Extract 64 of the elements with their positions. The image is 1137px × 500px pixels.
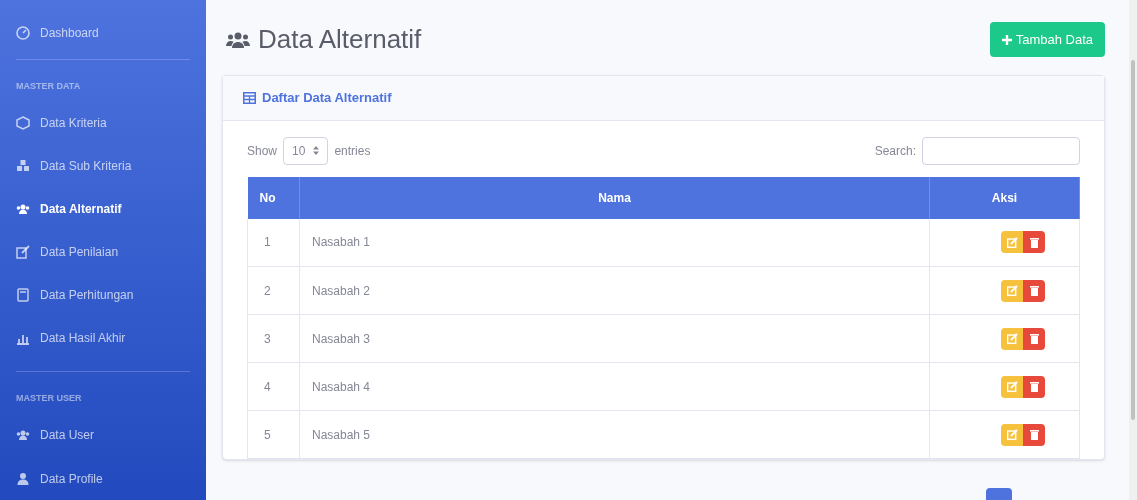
page-title: Data Alternatif	[258, 23, 422, 56]
edit-icon	[16, 244, 30, 259]
table-cell: 4	[247, 362, 300, 411]
delete-button[interactable]	[1023, 375, 1045, 398]
add-data-button[interactable]: Tambah Data	[989, 21, 1105, 58]
sidebar-heading: MASTER DATA	[16, 79, 82, 93]
table-cell: Nasabah 2	[299, 266, 930, 315]
users-icon	[16, 428, 30, 443]
delete-button[interactable]	[1023, 231, 1045, 254]
user-icon	[16, 471, 30, 486]
cube-icon	[16, 115, 30, 130]
table-cell: 1	[247, 218, 300, 267]
trash-icon	[1029, 333, 1039, 344]
delete-button[interactable]	[1023, 423, 1045, 446]
trash-icon	[1029, 285, 1039, 296]
entries-select[interactable]: 10	[283, 136, 329, 165]
edit-button[interactable]	[1001, 375, 1023, 398]
edit-button[interactable]	[1001, 327, 1023, 350]
show-label: Show	[247, 142, 278, 160]
scrollbar[interactable]	[1129, 0, 1137, 500]
table-cell: Nasabah 4	[299, 362, 930, 411]
trash-icon	[1029, 429, 1039, 440]
delete-button[interactable]	[1023, 279, 1045, 302]
edit-button[interactable]	[1001, 279, 1023, 302]
search-field[interactable]	[922, 136, 1080, 165]
trash-icon	[1029, 381, 1039, 392]
sidebar-item[interactable]: Data Hasil Akhir	[16, 316, 190, 360]
sidebar-heading: MASTER USER	[16, 392, 83, 406]
cubes-icon	[16, 158, 30, 173]
edit-button[interactable]	[1001, 231, 1023, 254]
calc-icon	[16, 287, 30, 302]
table-cell: Nasabah 5	[299, 410, 930, 459]
table-cell: Nasabah 3	[299, 314, 930, 363]
sidebar-item[interactable]: Dashboard	[16, 20, 190, 47]
table-cell: Nasabah 1	[299, 218, 930, 267]
edit-icon	[1006, 429, 1018, 440]
edit-icon	[1006, 285, 1018, 296]
delete-button[interactable]	[1023, 327, 1045, 350]
card-title: Daftar Data Alternatif	[262, 89, 392, 107]
sidebar-item[interactable]: Data User	[16, 414, 190, 457]
sidebar-item[interactable]: Data Alternatif	[16, 187, 190, 231]
trash-icon	[1029, 236, 1039, 248]
column-header[interactable]: Aksi	[929, 176, 1080, 219]
search-label: Search:	[874, 142, 916, 160]
edit-icon	[1006, 381, 1018, 392]
sidebar-item[interactable]: Data Profile	[16, 457, 190, 500]
caret-icon	[313, 146, 320, 155]
gauge-icon	[16, 26, 30, 41]
users-icon	[226, 30, 250, 49]
table-cell: 5	[247, 410, 300, 459]
table-cell: 2	[247, 266, 300, 315]
sidebar-item[interactable]: Data Kriteria	[16, 101, 190, 145]
table-cell: 3	[247, 314, 300, 363]
edit-icon	[1006, 236, 1018, 248]
plus-icon	[1001, 34, 1012, 45]
entries-label: entries	[334, 142, 371, 160]
sidebar-item[interactable]: Data Penilaian	[16, 230, 190, 274]
edit-icon	[1006, 333, 1018, 344]
edit-button[interactable]	[1001, 423, 1023, 446]
sidebar-item[interactable]: Data Sub Kriteria	[16, 144, 190, 188]
sidebar-item[interactable]: Data Perhitungan	[16, 273, 190, 317]
table-icon	[243, 91, 256, 104]
column-header[interactable]: Nama	[299, 176, 930, 219]
column-header[interactable]: No	[247, 176, 300, 219]
